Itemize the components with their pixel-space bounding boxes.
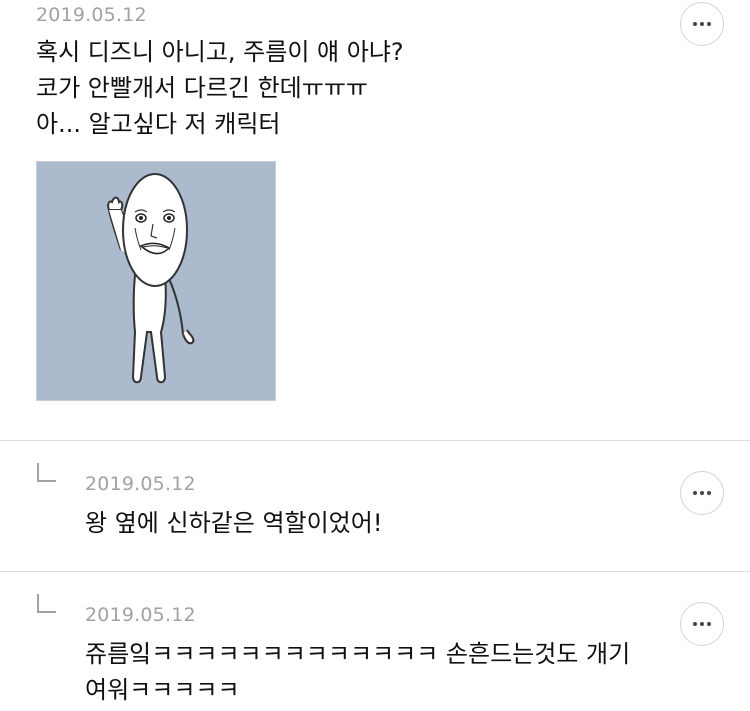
reply-comment-item: 2019.05.12 왕 옆에 신하같은 역할이었어! [0,441,750,571]
comment-text: 쥬름잌ㅋㅋㅋㅋㅋㅋㅋㅋㅋㅋㅋㅋㅋ 손흔드는것도 개기여워ㅋㅋㅋㅋㅋ [85,636,630,708]
more-options-button[interactable] [680,2,724,46]
comment-line: 아... 알고싶다 저 캐릭터 [36,110,281,138]
comment-line: 쥬름잌ㅋㅋㅋㅋㅋㅋㅋㅋㅋㅋㅋㅋㅋ 손흔드는것도 개기 [85,640,631,668]
comment-line: 혹시 디즈니 아니고, 주름이 얘 아냐? [36,38,404,66]
comment-text: 왕 옆에 신하같은 역할이었어! [85,505,382,541]
wrinkle-character-sticker [107,173,195,384]
more-options-button[interactable] [680,602,724,646]
comment-date: 2019.05.12 [85,604,196,626]
comment-date: 2019.05.12 [85,473,196,495]
reply-arrow-icon [37,594,56,613]
comment-item: 2019.05.12 혹시 디즈니 아니고, 주름이 얘 아냐? 코가 안빨개서 … [0,0,750,440]
ellipsis-icon [693,22,711,26]
comment-date: 2019.05.12 [36,4,147,26]
ellipsis-icon [693,491,711,495]
comment-line: 코가 안빨개서 다르긴 한데ㅠㅠㅠ [36,74,369,102]
comment-line: 왕 옆에 신하같은 역할이었어! [85,509,383,537]
comment-text: 혹시 디즈니 아니고, 주름이 얘 아냐? 코가 안빨개서 다르긴 한데ㅠㅠㅠ 아.… [36,34,404,142]
reply-comment-item: 2019.05.12 쥬름잌ㅋㅋㅋㅋㅋㅋㅋㅋㅋㅋㅋㅋㅋ 손흔드는것도 개기여워ㅋ… [0,572,750,711]
comment-line: 여워ㅋㅋㅋㅋㅋ [85,676,240,704]
more-options-button[interactable] [680,471,724,515]
ellipsis-icon [693,622,711,626]
reply-arrow-icon [37,463,56,482]
character-sticker-image [36,161,276,401]
